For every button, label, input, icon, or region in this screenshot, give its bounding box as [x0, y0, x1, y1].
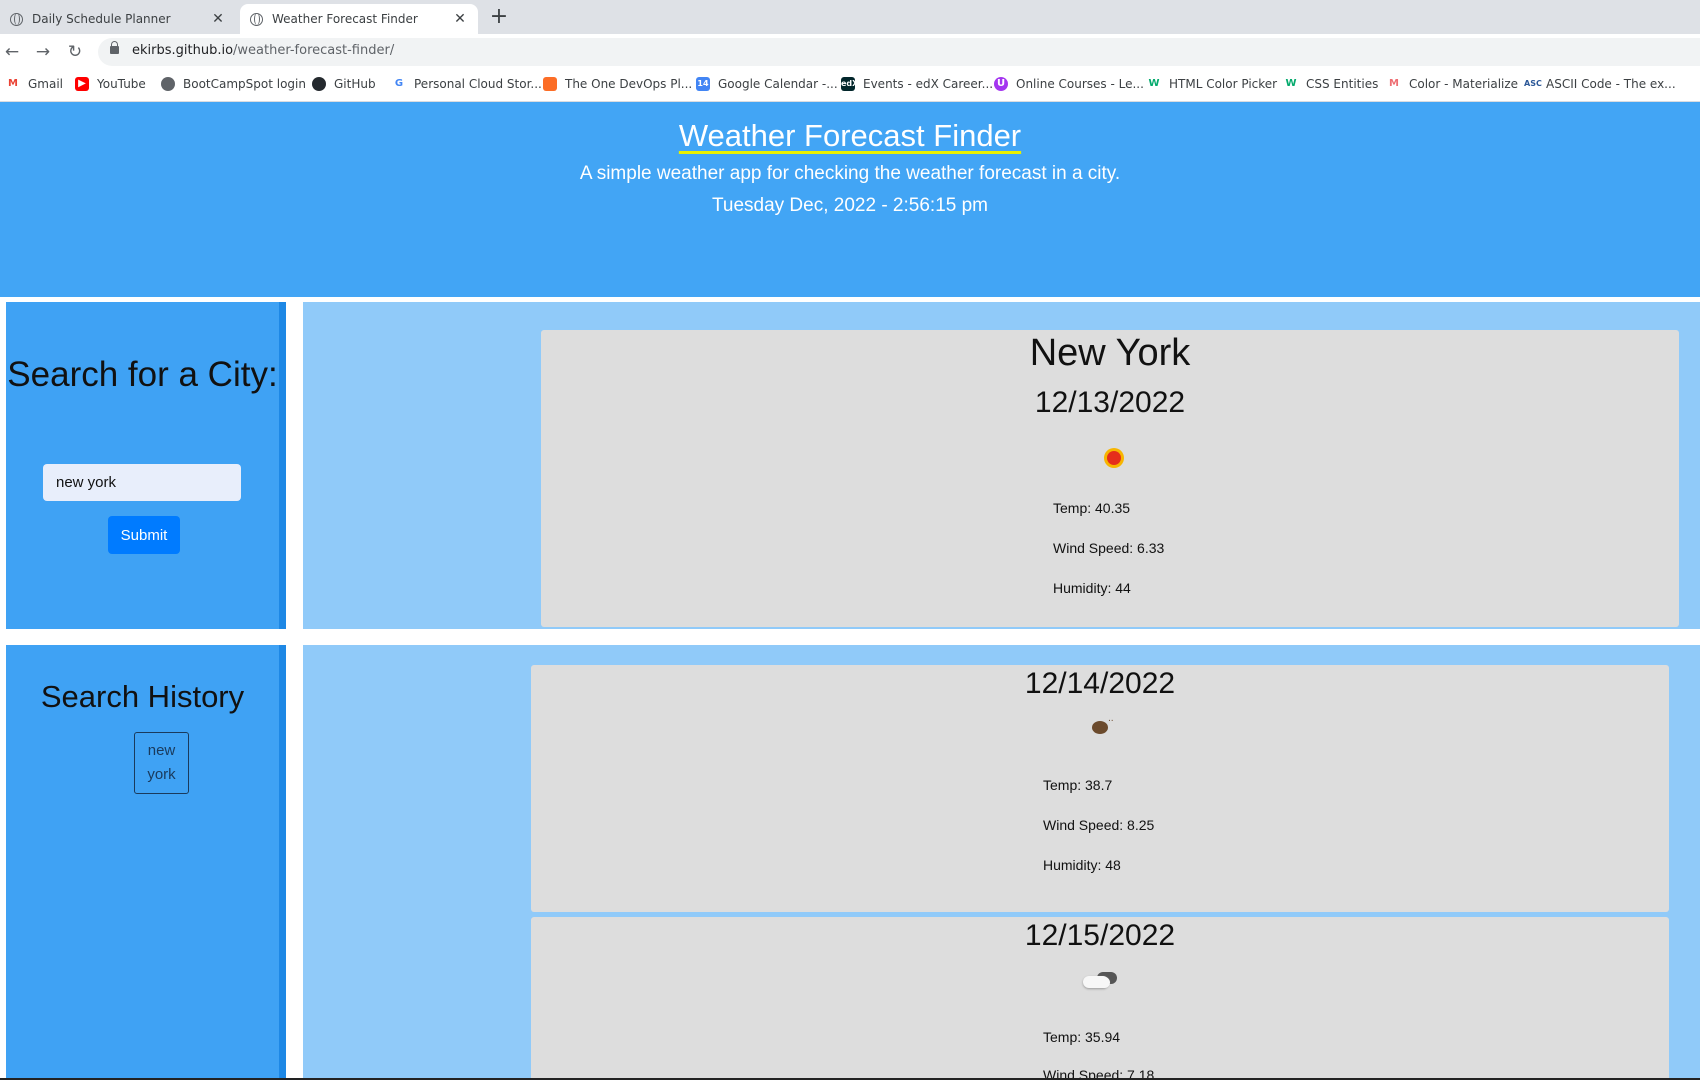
url-field[interactable]: ekirbs.github.io/weather-forecast-finder…: [98, 38, 1700, 66]
current-datetime: Tuesday Dec, 2022 - 2:56:15 pm: [711, 195, 988, 216]
bookmark-bootcampspot[interactable]: BootCampSpot login: [161, 77, 306, 91]
search-history-heading: Search History: [40, 679, 245, 714]
forecast-card: 12/14/2022 Temp: 38.7 Wind Speed: 8.25 H…: [531, 665, 1669, 912]
search-heading: Search for a City:: [7, 355, 278, 394]
current-weather-card: New York 12/13/2022 Temp: 40.35 Wind Spe…: [541, 330, 1679, 627]
w3schools-icon: W: [1147, 77, 1161, 91]
close-tab-icon[interactable]: ✕: [452, 11, 468, 27]
address-bar: ← → ↻ ekirbs.github.io/weather-forecast-…: [0, 34, 1700, 70]
current-weather-panel: New York 12/13/2022 Temp: 40.35 Wind Spe…: [303, 302, 1700, 629]
bookmark-google-calendar[interactable]: 14 Google Calendar -...: [696, 77, 838, 91]
page-title: Weather Forecast Finder: [678, 118, 1022, 153]
udemy-icon: U: [994, 77, 1008, 91]
ascii-icon: ASC: [1524, 77, 1542, 91]
search-history-panel: Search History new york: [6, 645, 286, 1080]
forecast-card: 12/15/2022 Temp: 35.94 Wind Speed: 7.18: [531, 917, 1669, 1080]
current-date: 12/13/2022: [1034, 386, 1186, 419]
gmail-icon: M: [6, 77, 20, 91]
tab-title: Daily Schedule Planner: [32, 12, 171, 26]
forecast-temp: Temp: 38.7: [1043, 777, 1113, 793]
forward-arrow-icon[interactable]: →: [32, 41, 54, 63]
bookmark-online-courses[interactable]: U Online Courses - Le...: [994, 77, 1144, 91]
bookmark-css-entities[interactable]: W CSS Entities: [1284, 77, 1378, 91]
w3schools-icon: W: [1284, 77, 1298, 91]
bookmark-github[interactable]: GitHub: [312, 77, 376, 91]
page-subtitle: A simple weather app for checking the we…: [579, 163, 1121, 184]
bookmarks-bar: M Gmail ▶ YouTube BootCampSpot login GitHu…: [0, 70, 1700, 102]
tab-weather-forecast-finder[interactable]: Weather Forecast Finder ✕: [240, 4, 478, 34]
github-icon: [312, 77, 326, 91]
gitlab-icon: [543, 77, 557, 91]
edx-icon: edX: [841, 77, 858, 91]
current-temp: Temp: 40.35: [1053, 500, 1131, 516]
youtube-icon: ▶: [75, 77, 89, 91]
bookmark-edx[interactable]: edX Events - edX Career...: [841, 77, 993, 91]
lock-icon: [110, 41, 119, 54]
bookmark-devops[interactable]: The One DevOps Pl...: [543, 77, 692, 91]
submit-button[interactable]: Submit: [108, 516, 180, 554]
tab-title: Weather Forecast Finder: [272, 12, 418, 26]
city-search-input[interactable]: [43, 464, 241, 501]
page-header: Weather Forecast Finder A simple weather…: [0, 102, 1700, 297]
globe-icon: [10, 12, 23, 26]
current-wind-speed: Wind Speed: 6.33: [1053, 540, 1165, 556]
back-arrow-icon[interactable]: ←: [1, 41, 23, 63]
sun-icon: [1107, 451, 1121, 465]
new-tab-plus-icon[interactable]: +: [486, 4, 512, 30]
forecast-panel: 12/14/2022 Temp: 38.7 Wind Speed: 8.25 H…: [303, 645, 1700, 1080]
city-name: New York: [1029, 332, 1191, 374]
current-humidity: Humidity: 44: [1053, 580, 1131, 596]
reload-icon[interactable]: ↻: [64, 41, 86, 63]
forecast-wind-speed: Wind Speed: 8.25: [1043, 817, 1155, 833]
browser-tab-bar: Daily Schedule Planner ✕ Weather Forecas…: [0, 0, 1700, 34]
materialize-icon: M: [1387, 77, 1401, 91]
calendar-icon: 14: [696, 77, 710, 91]
forecast-date: 12/15/2022: [1024, 919, 1176, 952]
bookmark-materialize[interactable]: M Color - Materialize: [1387, 77, 1518, 91]
rain-icon: [1092, 715, 1114, 734]
bookmark-gmail[interactable]: M Gmail: [6, 77, 63, 91]
forecast-humidity: Humidity: 48: [1043, 857, 1121, 873]
search-panel: Search for a City: Submit: [6, 302, 286, 629]
bookmark-html-color-picker[interactable]: W HTML Color Picker: [1147, 77, 1277, 91]
google-icon: G: [392, 77, 406, 91]
forecast-date: 12/14/2022: [1024, 667, 1176, 700]
globe-icon: [250, 12, 263, 26]
forecast-temp: Temp: 35.94: [1043, 1029, 1121, 1045]
bookmark-personal-cloud[interactable]: G Personal Cloud Stor...: [392, 77, 542, 91]
bookmark-ascii-code[interactable]: ASC ASCII Code - The ex...: [1524, 77, 1676, 91]
url-text: ekirbs.github.io/weather-forecast-finder…: [132, 43, 395, 58]
close-tab-icon[interactable]: ✕: [210, 11, 226, 27]
history-item-button[interactable]: new york: [134, 732, 189, 794]
bookmark-youtube[interactable]: ▶ YouTube: [75, 77, 146, 91]
globe-icon: [161, 77, 175, 91]
web-page: Weather Forecast Finder A simple weather…: [0, 102, 1700, 1080]
tab-daily-schedule-planner[interactable]: Daily Schedule Planner ✕: [0, 4, 236, 34]
cloud-icon: [1083, 972, 1119, 988]
